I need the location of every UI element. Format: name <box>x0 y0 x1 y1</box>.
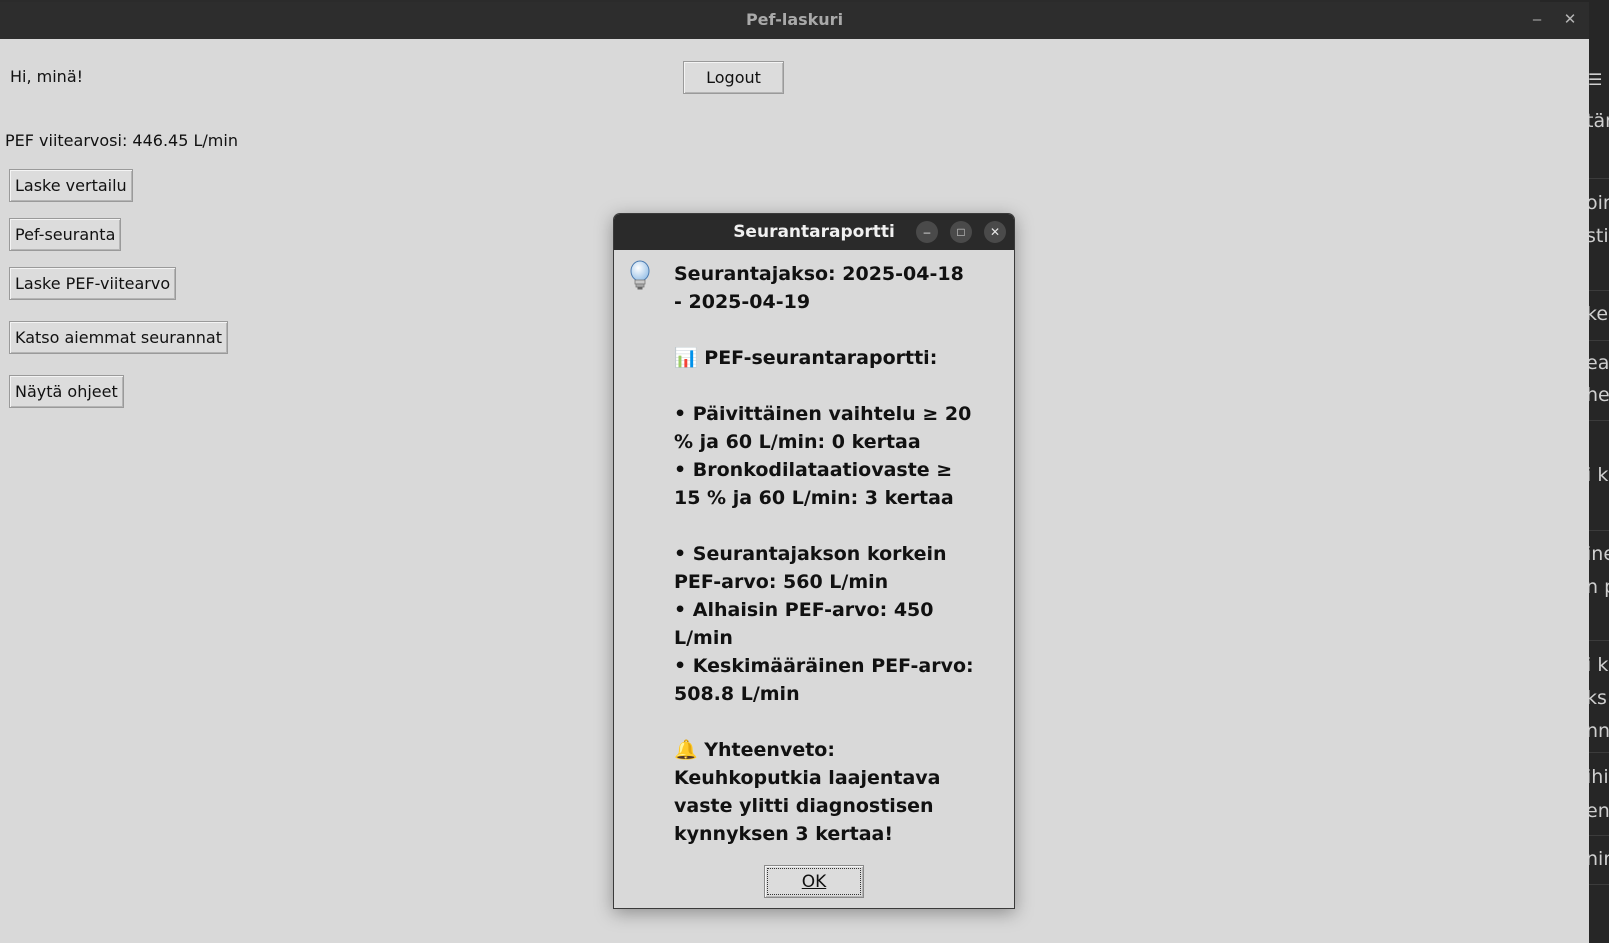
background-text: oir <box>1586 192 1609 214</box>
divider <box>1586 752 1609 753</box>
background-text: ihi <box>1586 766 1609 788</box>
close-icon[interactable]: ✕ <box>984 221 1006 243</box>
report-summary: 🔔 Yhteenveto: Keuhkoputkia laajentava va… <box>674 739 941 845</box>
minimize-icon[interactable]: – <box>916 221 938 243</box>
background-text: i k <box>1586 464 1609 486</box>
report-dialog: Seurantaraportti – □ ✕ Seurantajakso: 20… <box>613 213 1015 909</box>
background-text: he <box>1586 384 1609 406</box>
divider <box>1586 530 1609 531</box>
pef-seuranta-button[interactable]: Pef-seuranta <box>9 218 122 251</box>
divider <box>1586 290 1609 291</box>
background-text: tär <box>1586 110 1609 132</box>
background-text: nn <box>1586 720 1609 742</box>
divider <box>1586 178 1609 179</box>
divider <box>1586 835 1609 836</box>
laske-vertailu-button[interactable]: Laske vertailu <box>9 169 133 202</box>
greeting-label: Hi, minä! <box>10 67 84 86</box>
background-text: ine <box>1586 543 1609 565</box>
lightbulb-icon <box>630 260 650 290</box>
report-highest-pef: • Seurantajakson korkein PEF-arvo: 560 L… <box>674 543 947 593</box>
background-text: n p <box>1586 576 1609 598</box>
laske-pef-viitearvo-button[interactable]: Laske PEF-viitearvo <box>9 267 177 300</box>
background-text: i k <box>1586 654 1609 676</box>
background-text: sti <box>1586 225 1609 247</box>
divider <box>1586 420 1609 421</box>
nayta-ohjeet-button[interactable]: Näytä ohjeet <box>9 375 124 408</box>
report-message: Seurantajakso: 2025-04-18 - 2025-04-19 📊… <box>674 260 974 848</box>
logout-button[interactable]: Logout <box>683 61 784 94</box>
report-daily-variation: • Päivittäinen vaihtelu ≥ 20 % ja 60 L/m… <box>674 403 972 453</box>
report-heading: 📊 PEF-seurantaraportti: <box>674 347 938 369</box>
window-title: Pef-laskuri <box>745 10 844 29</box>
hamburger-icon[interactable]: ☰ <box>1588 70 1602 90</box>
background-text: ker <box>1586 303 1609 325</box>
window-titlebar[interactable]: Pef-laskuri – ✕ <box>0 2 1589 39</box>
ok-button-label: OK <box>801 872 827 892</box>
background-text: nin <box>1586 848 1609 870</box>
divider <box>1586 340 1609 341</box>
close-icon[interactable]: ✕ <box>1558 8 1582 32</box>
ok-button[interactable]: OK <box>764 865 864 898</box>
pef-reference-label: PEF viitearvosi: 446.45 L/min <box>5 131 238 150</box>
report-period: Seurantajakso: 2025-04-18 - 2025-04-19 <box>674 263 964 313</box>
background-text: en <box>1586 800 1609 822</box>
report-average-pef: • Keskimääräinen PEF-arvo: 508.8 L/min <box>674 655 974 705</box>
katso-aiemmat-seurannat-button[interactable]: Katso aiemmat seurannat <box>9 321 228 354</box>
divider <box>1586 884 1609 885</box>
report-lowest-pef: • Alhaisin PEF-arvo: 450 L/min <box>674 599 934 649</box>
maximize-icon[interactable]: □ <box>950 221 972 243</box>
divider <box>1586 640 1609 641</box>
report-bronchodilation: • Bronkodilataatiovaste ≥ 15 % ja 60 L/m… <box>674 459 954 509</box>
minimize-icon[interactable]: – <box>1525 8 1549 32</box>
background-text: ea <box>1586 352 1609 374</box>
background-text: ks <box>1586 687 1607 709</box>
dialog-titlebar[interactable]: Seurantaraportti – □ ✕ <box>614 214 1014 250</box>
